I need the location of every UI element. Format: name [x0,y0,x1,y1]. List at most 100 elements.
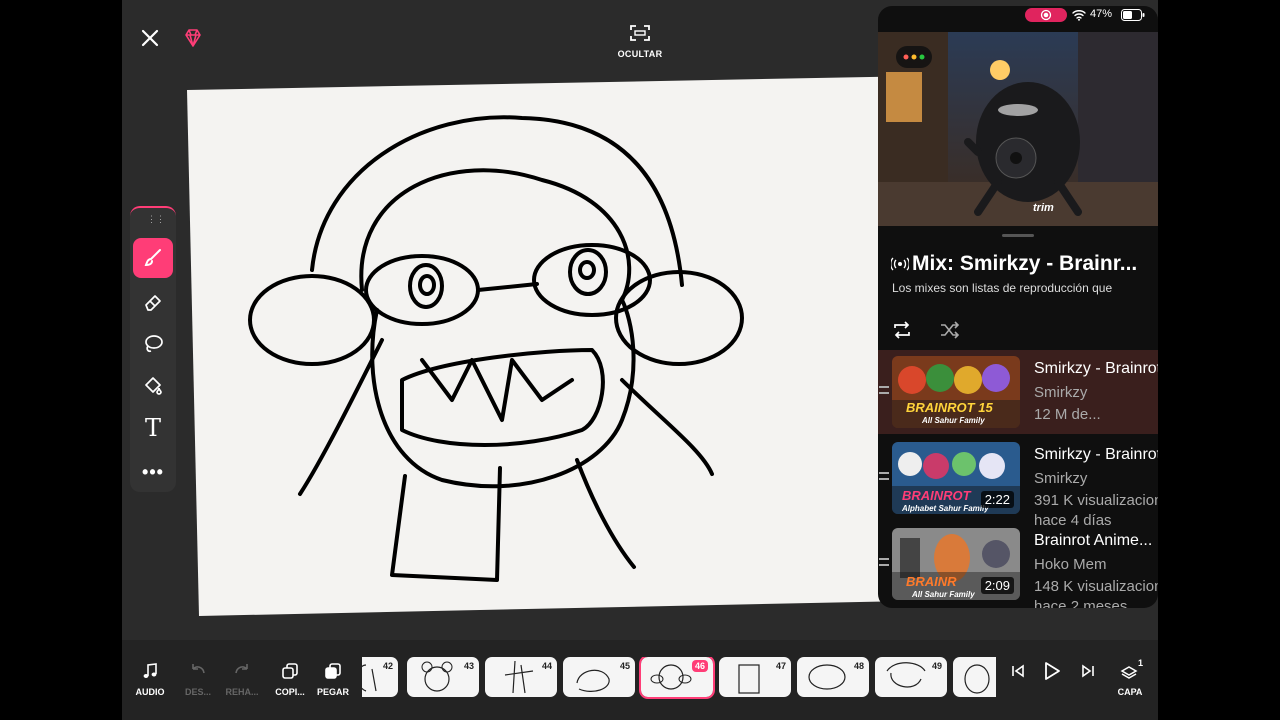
play-icon [1045,662,1060,680]
copy-button[interactable]: COPI... [270,662,310,697]
item-date: hace 2 meses [1034,598,1128,608]
panel-grip-icon[interactable]: ⋮⋮ [147,214,165,225]
playlist-item[interactable]: BRAINR All Sahur Family 2:09 Brainrot An… [878,522,1158,608]
eraser-tool[interactable] [133,282,173,322]
hide-ui-button[interactable]: OCULTAR [608,24,672,59]
video-thumbnail: BRAINR All Sahur Family 2:09 [892,528,1020,600]
reorder-handle-icon[interactable] [879,472,889,480]
hide-label: OCULTAR [617,49,663,59]
paint-bucket-icon [145,377,162,395]
sketch-drawing [248,115,744,582]
text-tool[interactable]: T [133,408,173,448]
reorder-handle-icon[interactable] [879,386,889,394]
copy-label: COPI... [275,687,305,697]
thumbnail-title: BRAINROT [902,488,971,503]
undo-label: DES... [184,687,211,697]
lasso-icon [145,335,163,353]
video-thumbnail: BRAINROT 15 All Sahur Family [892,356,1020,428]
frame-sketch [964,664,990,694]
layers-button[interactable]: 1 CAPA [1110,658,1150,697]
bottom-toolbar: AUDIO DES... REHA... COPI... PEGAR 42 43 [122,640,1158,720]
redo-button[interactable]: REHA... [222,662,262,697]
shuffle-button[interactable] [938,318,962,342]
frame-thumbnail[interactable]: 42 [362,657,398,697]
shuffle-icon [941,321,960,339]
frame-number: 47 [775,661,786,671]
eraser-icon [145,295,161,311]
youtube-overlay[interactable]: 47% trim Mix: Smirkzy - Brainr... Los mi… [878,6,1158,608]
playlist-item[interactable]: BRAINROT Alphabet Sahur Family 2:22 Smir… [878,436,1158,529]
tool-panel: ⋮⋮ T ••• [130,206,176,492]
close-button[interactable] [138,26,162,50]
item-views: 148 K visualizaciones [1034,578,1158,595]
play-button[interactable] [1032,660,1072,687]
audio-label: AUDIO [135,687,165,697]
video-duration: 2:09 [980,577,1014,594]
thumbnail-subtitle: All Sahur Family [912,590,975,599]
frame-number: 48 [853,661,864,671]
frame-number: 44 [541,661,552,671]
undo-icon [192,664,205,674]
thumbnail-subtitle: Alphabet Sahur Family [902,504,989,513]
thumbnail-title: BRAINROT 15 [906,400,993,415]
frame-number: 46 [691,660,708,672]
copy-icon [282,663,298,679]
item-channel: Hoko Mem [1034,556,1107,573]
thumbnail-subtitle: All Sahur Family [922,416,985,425]
repeat-icon [894,321,910,339]
status-bar: 47% [878,6,1158,26]
mix-subtitle: Los mixes son listas de reproducción que [892,281,1113,295]
item-title: Smirkzy - Brainrot [1034,360,1158,377]
audio-button[interactable]: AUDIO [130,662,170,697]
text-icon: T [144,414,161,442]
item-views: 391 K visualizaciones [1034,492,1158,509]
item-title: Brainrot Anime... [1034,532,1153,549]
frame-thumbnail[interactable]: 49 [875,657,947,697]
reorder-handle-icon[interactable] [879,558,889,566]
lasso-tool[interactable] [133,324,173,364]
wifi-icon [1072,10,1086,21]
skip-forward-icon [1082,664,1094,678]
canvas-paper [187,76,952,616]
premium-button[interactable] [182,27,204,49]
fullscreen-icon [630,25,650,41]
frame-thumbnail[interactable]: 47 [719,657,791,697]
frame-thumbnail[interactable]: 43 [407,657,479,697]
frame-thumbnail[interactable]: 48 [797,657,869,697]
gem-icon [185,29,201,47]
screen-recording-indicator [1025,8,1067,22]
video-duration: 2:22 [980,491,1014,508]
thumbnail-title: BRAINR [906,574,957,589]
battery-percentage: 47% [1090,8,1113,20]
frame-thumbnail-current[interactable]: 46 [639,657,715,699]
next-frame-button[interactable] [1068,662,1108,685]
brush-tool[interactable] [133,238,173,278]
loop-button[interactable] [890,318,914,342]
frame-timeline[interactable]: 42 43 44 45 46 47 48 49 [362,657,996,699]
frame-number: 49 [931,661,942,671]
playlist-item[interactable]: BRAINROT 15 All Sahur Family Smirkzy - B… [878,350,1158,434]
frame-thumbnail[interactable]: 45 [563,657,635,697]
paste-button[interactable]: PEGAR [313,662,353,697]
drag-handle[interactable] [1002,234,1034,237]
layers-icon [1120,666,1138,679]
frame-thumbnail[interactable] [953,657,996,697]
undo-button[interactable]: DES... [178,662,218,697]
mix-broadcast-icon [891,257,909,271]
video-thumbnail: BRAINROT Alphabet Sahur Family 2:22 [892,442,1020,514]
fill-tool[interactable] [133,366,173,406]
layer-count: 1 [1138,658,1144,668]
music-note-icon [143,663,157,678]
item-channel: Smirkzy [1034,470,1088,487]
item-title: Smirkzy - Brainrot [1034,446,1158,463]
record-icon [1040,9,1052,21]
video-player[interactable]: trim [878,32,1158,226]
frame-thumbnail[interactable]: 44 [485,657,557,697]
frame-number: 45 [619,661,630,671]
redo-icon [235,664,248,674]
paste-icon [325,663,341,679]
brush-icon [144,249,161,267]
item-channel: Smirkzy [1034,384,1088,401]
close-icon [141,29,159,47]
more-tools-button[interactable]: ••• [133,452,173,492]
